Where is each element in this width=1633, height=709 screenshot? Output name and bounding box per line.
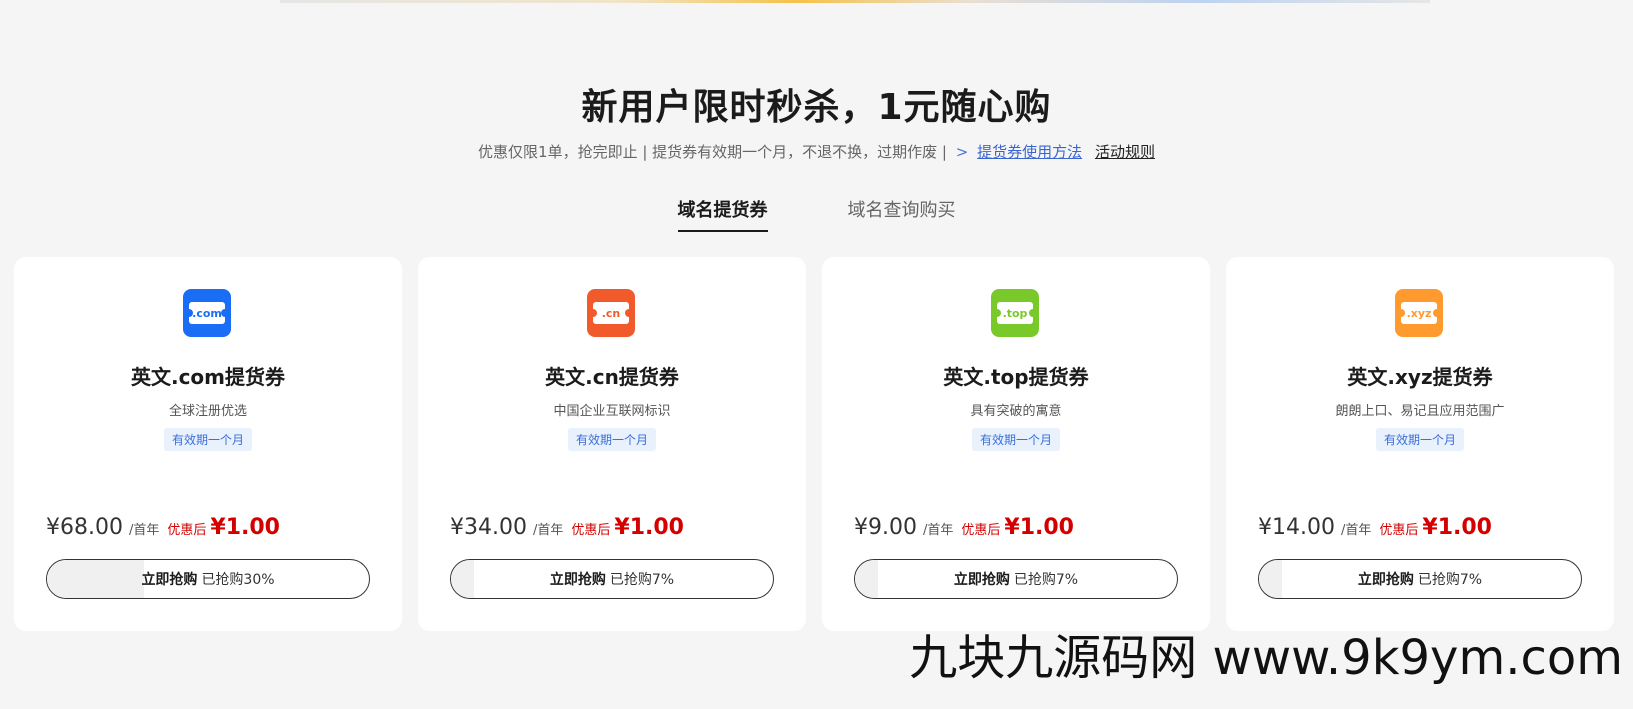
buy-button-label: 立即抢购 [1357,572,1414,588]
sold-progress-bar [451,560,474,598]
final-price: ¥1.00 [210,515,280,540]
buy-now-button[interactable]: 立即抢购 已抢购7% [450,559,774,599]
buy-button-label: 立即抢购 [953,572,1010,588]
voucher-card-cn: .cn 英文.cn提货券 中国企业互联网标识 有效期一个月 ¥34.00 /首年… [418,257,806,631]
sold-progress-bar [855,560,878,598]
validity-badge: 有效期一个月 [163,428,252,451]
card-title: 英文.cn提货券 [545,365,679,389]
voucher-card-xyz: .xyz 英文.xyz提货券 朗朗上口、易记且应用范围广 有效期一个月 ¥14.… [1226,257,1614,631]
arrow-right-icon: > [955,143,969,161]
original-price: ¥9.00 [854,515,917,540]
validity-badge: 有效期一个月 [567,428,656,451]
price-row: ¥14.00 /首年 优惠后 ¥1.00 [1258,515,1492,540]
usage-guide-link[interactable]: 提货券使用方法 [977,143,1082,161]
buy-now-button[interactable]: 立即抢购 已抢购30% [46,559,370,599]
price-unit: /首年 [128,523,160,538]
promo-terms: 优惠仅限1单，抢完即止 | 提货券有效期一个月，不退不换，过期作废 | [478,143,947,161]
site-watermark: 九块九源码网 www.9k9ym.com [909,630,1623,686]
sold-percentage: 已抢购30% [201,572,275,588]
ticket-xyz-icon: .xyz [1395,289,1443,337]
card-title: 英文.com提货券 [130,365,286,389]
card-description: 具有突破的寓意 [970,404,1062,419]
card-title: 英文.top提货券 [943,365,1089,389]
original-price: ¥68.00 [46,515,123,540]
discount-label: 优惠后 [571,523,611,538]
original-price: ¥14.00 [1258,515,1335,540]
final-price: ¥1.00 [1422,515,1492,540]
discount-label: 优惠后 [961,523,1001,538]
voucher-card-com: .com 英文.com提货券 全球注册优选 有效期一个月 ¥68.00 /首年 … [14,257,402,631]
voucher-card-top: .top 英文.top提货券 具有突破的寓意 有效期一个月 ¥9.00 /首年 … [822,257,1210,631]
price-row: ¥68.00 /首年 优惠后 ¥1.00 [46,515,280,540]
buy-now-button[interactable]: 立即抢购 已抢购7% [1258,559,1582,599]
tab-domain-search[interactable]: 域名查询购买 [848,196,956,232]
card-description: 中国企业互联网标识 [553,404,671,419]
validity-badge: 有效期一个月 [1375,428,1464,451]
promo-subtitle: 优惠仅限1单，抢完即止 | 提货券有效期一个月，不退不换，过期作废 | > 提货… [0,141,1633,162]
validity-badge: 有效期一个月 [971,428,1060,451]
top-decorative-line [280,0,1430,3]
ticket-top-icon: .top [991,289,1039,337]
tab-bar: 域名提货券 域名查询购买 [0,196,1633,232]
buy-button-label: 立即抢购 [141,572,198,588]
tab-domain-voucher[interactable]: 域名提货券 [677,196,768,232]
page-title: 新用户限时秒杀，1元随心购 [581,87,1052,128]
price-unit: /首年 [532,523,564,538]
voucher-card-list: .com 英文.com提货券 全球注册优选 有效期一个月 ¥68.00 /首年 … [14,257,1614,631]
buy-now-button[interactable]: 立即抢购 已抢购7% [854,559,1178,599]
price-unit: /首年 [1340,523,1372,538]
buy-button-label: 立即抢购 [549,572,606,588]
final-price: ¥1.00 [614,515,684,540]
sold-percentage: 已抢购7% [1013,572,1079,588]
final-price: ¥1.00 [1004,515,1074,540]
price-row: ¥9.00 /首年 优惠后 ¥1.00 [854,515,1074,540]
price-row: ¥34.00 /首年 优惠后 ¥1.00 [450,515,684,540]
ticket-cn-icon: .cn [587,289,635,337]
sold-percentage: 已抢购7% [609,572,675,588]
discount-label: 优惠后 [1379,523,1419,538]
card-description: 朗朗上口、易记且应用范围广 [1335,404,1505,419]
original-price: ¥34.00 [450,515,527,540]
ticket-com-icon: .com [183,289,231,337]
sold-progress-bar [1259,560,1282,598]
activity-rules-link[interactable]: 活动规则 [1095,143,1155,161]
discount-label: 优惠后 [167,523,207,538]
card-description: 全球注册优选 [168,404,247,419]
card-title: 英文.xyz提货券 [1347,365,1493,389]
sold-percentage: 已抢购7% [1417,572,1483,588]
sold-progress-bar [47,560,144,598]
price-unit: /首年 [922,523,954,538]
